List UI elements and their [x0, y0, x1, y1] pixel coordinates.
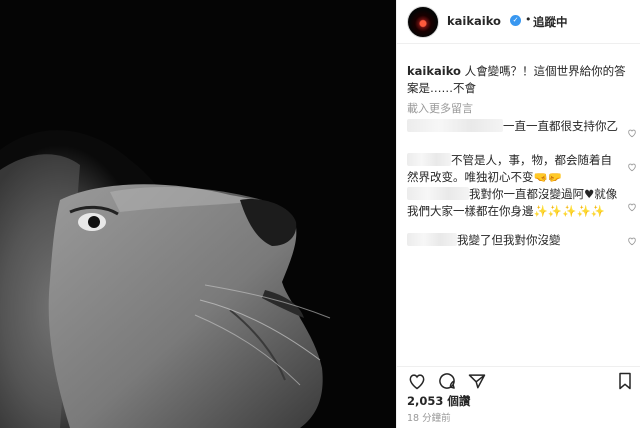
username-link[interactable]: kaikaiko [447, 14, 501, 28]
blurred-username [407, 233, 457, 246]
verified-badge-icon: ✓ [510, 15, 521, 26]
avatar[interactable] [407, 6, 439, 38]
blurred-username [407, 187, 469, 200]
heart-outline-icon[interactable] [407, 371, 427, 391]
comment-item: 我對你一直都沒變過阿♥就像我們大家一樣都在你身邊✨✨✨✨✨ [407, 186, 621, 220]
post-photo[interactable] [0, 0, 396, 428]
small-heart-icon[interactable] [627, 236, 637, 246]
speech-bubble-icon[interactable] [437, 371, 457, 391]
separator-dot: • [525, 13, 532, 26]
small-heart-icon[interactable] [627, 128, 637, 138]
post-header: kaikaiko ✓ • 追蹤中 [397, 0, 640, 44]
comment-item: 不管是人，事，物，都会随着自然界改变。唯独初心不变🤜🤛 [407, 152, 621, 186]
small-heart-icon[interactable] [627, 162, 637, 172]
lion-photo-image [0, 0, 396, 428]
following-button[interactable]: 追蹤中 [533, 14, 568, 30]
post-actions-bar [397, 366, 640, 392]
post-caption: kaikaiko 人會變嗎？！這個世界給你的答案是……不會 [407, 63, 629, 97]
comment-item: 我變了但我對你沒變 [407, 232, 621, 249]
comment-text: 我變了但我對你沒變 [457, 233, 561, 247]
likes-count[interactable]: 2,053 個讚 [407, 393, 470, 409]
post-timestamp[interactable]: 18 分鐘前 [407, 410, 451, 424]
blurred-username [407, 153, 451, 166]
load-more-comments-link[interactable]: 載入更多留言 [407, 100, 473, 116]
small-heart-icon[interactable] [627, 202, 637, 212]
bookmark-icon[interactable] [615, 371, 635, 391]
post-side-panel: kaikaiko ✓ • 追蹤中 kaikaiko 人會變嗎？！這個世界給你的答… [396, 0, 640, 428]
comment-item: 一直一直都很支持你乙 [407, 118, 621, 135]
share-icon[interactable] [467, 371, 487, 391]
blurred-username [407, 119, 503, 132]
comment-text: 一直一直都很支持你乙 [503, 119, 618, 133]
caption-username[interactable]: kaikaiko [407, 64, 461, 78]
